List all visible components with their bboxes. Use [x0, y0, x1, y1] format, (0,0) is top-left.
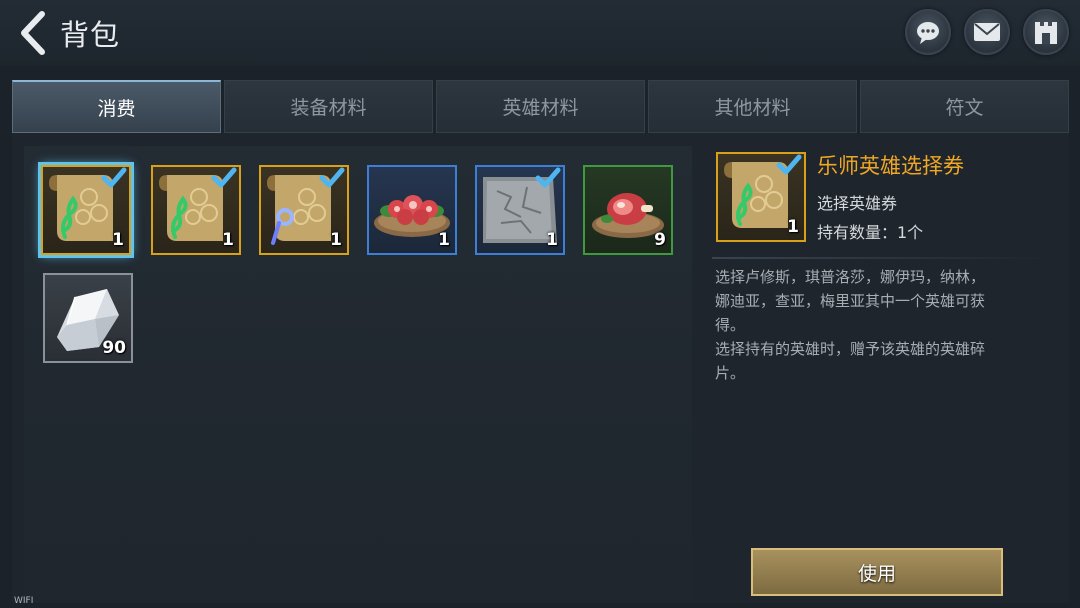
inventory-slot[interactable]: 90 — [43, 273, 133, 363]
inventory-slot[interactable]: 9 — [583, 165, 673, 255]
inventory-slot[interactable]: 1 — [151, 165, 241, 255]
tab-consumables[interactable]: 消费 — [12, 80, 221, 133]
inventory-slot[interactable]: 1 — [367, 165, 457, 255]
mail-button[interactable] — [964, 9, 1010, 55]
checkmark-icon — [101, 167, 127, 188]
inventory-slot[interactable]: 1 — [41, 165, 131, 255]
envelope-icon — [974, 23, 1000, 41]
chat-bubble-icon — [917, 22, 939, 44]
item-count: 90 — [102, 338, 126, 358]
checkmark-icon — [319, 167, 345, 188]
inventory-grid: 1 1 1 1 1 9 90 — [24, 146, 692, 602]
item-count: 1 — [787, 217, 799, 237]
page-title: 背包 — [60, 18, 121, 52]
castle-icon — [1035, 22, 1057, 44]
item-count: 9 — [654, 230, 666, 250]
inventory-slot[interactable]: 1 — [475, 165, 565, 255]
checkmark-icon — [776, 154, 802, 175]
use-button[interactable]: 使用 — [751, 548, 1003, 596]
item-count: 1 — [330, 230, 342, 250]
tab-other-materials[interactable]: 其他材料 — [648, 80, 857, 133]
item-count: 1 — [438, 230, 450, 250]
item-count: 1 — [112, 230, 124, 250]
chevron-left-icon — [21, 11, 45, 55]
wifi-status: WIFI — [14, 596, 34, 606]
selected-item-icon: 1 — [716, 152, 806, 242]
tab-runes[interactable]: 符文 — [860, 80, 1069, 133]
tab-hero-materials[interactable]: 英雄材料 — [436, 80, 645, 133]
checkmark-icon — [535, 167, 561, 188]
chat-button[interactable] — [905, 9, 951, 55]
back-button[interactable] — [14, 8, 54, 58]
item-count: 1 — [222, 230, 234, 250]
category-tabs: 消费 装备材料 英雄材料 其他材料 符文 — [12, 80, 1069, 133]
item-description: 选择卢修斯，琪普洛莎，娜伊玛，纳林， 娜迪亚，查亚，梅里亚其中一个英雄可获 得。… — [715, 268, 986, 382]
checkmark-icon — [211, 167, 237, 188]
detail-divider — [712, 257, 1052, 259]
item-quantity: 持有数量：1个 — [817, 223, 924, 242]
item-type: 选择英雄券 — [817, 194, 898, 213]
item-count: 1 — [546, 230, 558, 250]
item-name: 乐师英雄选择券 — [817, 154, 964, 178]
top-bar: 背包 — [0, 0, 1080, 66]
tab-equipment-materials[interactable]: 装备材料 — [224, 80, 433, 133]
castle-button[interactable] — [1023, 9, 1069, 55]
inventory-slot[interactable]: 1 — [259, 165, 349, 255]
